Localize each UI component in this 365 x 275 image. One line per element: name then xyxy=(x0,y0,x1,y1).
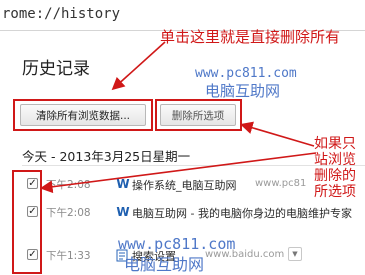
annotation-line: 站浏览 xyxy=(314,152,356,168)
highlight-box-clear xyxy=(13,99,153,131)
entry-time: 下午1:33 xyxy=(46,250,91,262)
annotation-line: 如果只 xyxy=(314,136,356,152)
annotation-top: 单击这里就是直接删除所有 xyxy=(160,28,341,46)
arrow-to-clear-button xyxy=(111,41,166,91)
watermark-name: 电脑互助网 xyxy=(205,82,281,100)
chevron-down-icon[interactable]: ▼ xyxy=(288,247,302,261)
history-entry[interactable]: ✓ 下午2:08 W 操作系统_电脑互助网 www.pc81 xyxy=(0,174,365,198)
entry-domain: www.pc81 xyxy=(255,178,307,189)
annotation-line: 删除的 xyxy=(314,168,356,184)
annotation-side: 如果只 站浏览 删除的 所选项 xyxy=(314,136,356,200)
url-text[interactable]: rome://history xyxy=(2,6,120,22)
entry-time: 下午2:08 xyxy=(46,179,91,191)
watermark-name: 电脑互助网 xyxy=(124,255,205,274)
w-logo-icon: W xyxy=(116,205,130,219)
entry-title-link[interactable]: 电脑互助网 - 我的电脑你身边的电脑维护专家 xyxy=(132,205,352,221)
entry-title-link[interactable]: 操作系统_电脑互助网 xyxy=(132,177,237,193)
highlight-box-delete xyxy=(155,99,242,131)
highlight-box-checkboxes xyxy=(12,170,42,274)
arrow-to-delete-button xyxy=(239,121,315,147)
watermark-url: www.pc811.com xyxy=(195,66,297,81)
entry-time: 下午2:08 xyxy=(46,207,91,219)
w-logo-icon: W xyxy=(116,177,130,191)
day-header: 今天 - 2013年3月25日星期一 xyxy=(22,149,191,164)
history-entry[interactable]: ✓ 下午2:08 W 电脑互助网 - 我的电脑你身边的电脑维护专家 xyxy=(0,202,365,226)
page-title: 历史记录 xyxy=(22,59,90,79)
annotation-line: 所选项 xyxy=(314,184,356,200)
